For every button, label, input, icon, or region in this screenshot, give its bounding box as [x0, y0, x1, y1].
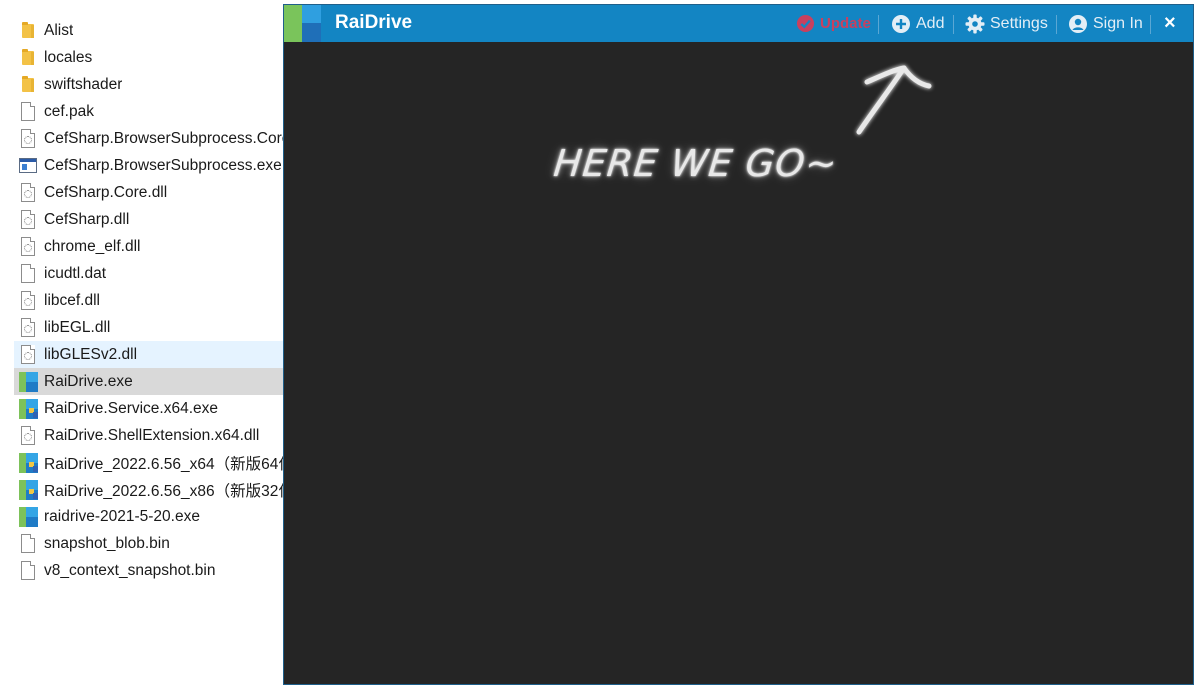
- file-name: snapshot_blob.bin: [44, 534, 170, 552]
- toolbar-divider: [1056, 15, 1057, 34]
- toolbar-divider: [1150, 15, 1151, 34]
- title-bar[interactable]: RaiDrive Update Add Settings Sign In ×: [284, 5, 1193, 42]
- file-name: libEGL.dll: [44, 318, 111, 336]
- raidrive-setup-icon: [19, 452, 38, 473]
- raidrive-content-area: HERE WE GO~: [284, 42, 1193, 684]
- file-item[interactable]: chrome_elf.dll: [14, 233, 286, 260]
- file-name: RaiDrive.ShellExtension.x64.dll: [44, 426, 260, 444]
- file-item[interactable]: Alist: [14, 17, 286, 44]
- folder-icon: [19, 48, 37, 68]
- user-circle-icon: [1069, 14, 1087, 33]
- file-item[interactable]: icudtl.dat: [14, 260, 286, 287]
- file-name: v8_context_snapshot.bin: [44, 561, 216, 579]
- sign-in-label: Sign In: [1093, 14, 1143, 32]
- dll-icon: [19, 317, 37, 338]
- update-button[interactable]: Update: [796, 5, 871, 42]
- file-name: Alist: [44, 21, 74, 39]
- toolbar-divider: [953, 15, 954, 34]
- file-icon: [19, 263, 37, 284]
- file-item[interactable]: raidrive-2021-5-20.exe: [14, 503, 286, 530]
- file-icon: [19, 560, 37, 581]
- add-button[interactable]: Add: [891, 5, 944, 42]
- add-label: Add: [916, 14, 945, 32]
- raidrive-icon: [19, 371, 38, 392]
- file-item[interactable]: swiftshader: [14, 71, 286, 98]
- gear-icon: [965, 14, 985, 33]
- settings-button[interactable]: Settings: [965, 5, 1048, 42]
- raidrive-logo-icon: [284, 5, 321, 42]
- file-name: CefSharp.dll: [44, 210, 130, 228]
- close-button[interactable]: ×: [1164, 5, 1176, 42]
- file-item[interactable]: snapshot_blob.bin: [14, 530, 286, 557]
- raidrive-window: RaiDrive Update Add Settings Sign In × H…: [283, 4, 1194, 685]
- file-name: cef.pak: [44, 102, 94, 120]
- file-name: RaiDrive.exe: [44, 372, 133, 390]
- handwritten-text: HERE WE GO~: [551, 142, 840, 185]
- explorer-file-list: Alist locales swiftshader cef.pak CefSharp.B…: [14, 17, 286, 584]
- file-name: locales: [44, 48, 93, 66]
- file-item[interactable]: RaiDrive.exe: [14, 368, 286, 395]
- check-circle-icon: [796, 14, 815, 33]
- settings-label: Settings: [990, 14, 1048, 32]
- file-name: swiftshader: [44, 75, 123, 93]
- file-item[interactable]: v8_context_snapshot.bin: [14, 557, 286, 584]
- file-name: libGLESv2.dll: [44, 345, 138, 363]
- raidrive-setup-icon: [19, 479, 38, 500]
- raidrive-icon: [19, 506, 38, 527]
- file-item[interactable]: libcef.dll: [14, 287, 286, 314]
- sign-in-button[interactable]: Sign In: [1068, 5, 1143, 42]
- file-name: RaiDrive.Service.x64.exe: [44, 399, 219, 417]
- file-item[interactable]: CefSharp.BrowserSubprocess.exe: [14, 152, 286, 179]
- file-name: CefSharp.Core.dll: [44, 183, 168, 201]
- file-item[interactable]: libEGL.dll: [14, 314, 286, 341]
- file-name: raidrive-2021-5-20.exe: [44, 507, 200, 525]
- hand-drawn-arrow-icon: [856, 65, 932, 135]
- file-item[interactable]: RaiDrive.Service.x64.exe: [14, 395, 286, 422]
- dll-icon: [19, 209, 37, 230]
- exe-icon: [19, 156, 37, 176]
- toolbar-divider: [878, 15, 879, 34]
- file-item[interactable]: CefSharp.dll: [14, 206, 286, 233]
- dll-icon: [19, 425, 37, 446]
- file-item[interactable]: libGLESv2.dll: [14, 341, 286, 368]
- folder-icon: [19, 21, 37, 41]
- dll-icon: [19, 182, 37, 203]
- app-title: RaiDrive: [335, 12, 413, 33]
- file-item[interactable]: CefSharp.Core.dll: [14, 179, 286, 206]
- file-name: CefSharp.BrowserSubprocess.Core.dll: [44, 129, 286, 147]
- file-item[interactable]: CefSharp.BrowserSubprocess.Core.dll: [14, 125, 286, 152]
- file-name: chrome_elf.dll: [44, 237, 141, 255]
- file-name: icudtl.dat: [44, 264, 107, 282]
- dll-icon: [19, 344, 37, 365]
- file-item[interactable]: RaiDrive_2022.6.56_x86（新版32位: [14, 476, 286, 503]
- file-name: RaiDrive_2022.6.56_x64（新版64位: [44, 455, 286, 473]
- raidrive-setup-icon: [19, 398, 38, 419]
- file-item[interactable]: RaiDrive_2022.6.56_x64（新版64位: [14, 449, 286, 476]
- file-item[interactable]: locales: [14, 44, 286, 71]
- file-name: RaiDrive_2022.6.56_x86（新版32位: [44, 482, 286, 500]
- folder-icon: [19, 75, 37, 95]
- dll-icon: [19, 128, 37, 149]
- file-name: CefSharp.BrowserSubprocess.exe: [44, 156, 282, 174]
- plus-circle-icon: [892, 14, 910, 33]
- file-name: libcef.dll: [44, 291, 100, 309]
- dll-icon: [19, 290, 37, 311]
- file-icon: [19, 101, 37, 122]
- dll-icon: [19, 236, 37, 257]
- update-label: Update: [820, 15, 871, 32]
- file-item[interactable]: cef.pak: [14, 98, 286, 125]
- file-item[interactable]: RaiDrive.ShellExtension.x64.dll: [14, 422, 286, 449]
- close-icon: ×: [1164, 12, 1176, 34]
- file-icon: [19, 533, 37, 554]
